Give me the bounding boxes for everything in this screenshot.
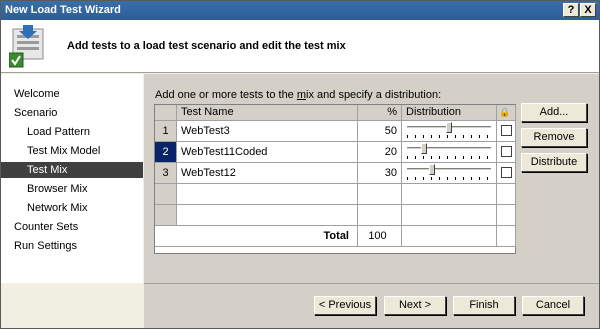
instruction-text: Add one or more tests to the mix and spe… bbox=[155, 89, 442, 101]
slider-thumb[interactable] bbox=[420, 143, 427, 154]
test-name-cell[interactable]: WebTest3 bbox=[177, 121, 358, 142]
lock-cell bbox=[497, 121, 516, 142]
nav-item-run-settings[interactable]: Run Settings bbox=[1, 238, 143, 254]
test-name-cell[interactable]: WebTest11Coded bbox=[177, 142, 358, 163]
row-index[interactable]: 2 bbox=[155, 142, 177, 163]
table-row[interactable]: 2 WebTest11Coded 20 bbox=[155, 142, 516, 163]
load-test-icon bbox=[9, 25, 44, 68]
slider-track[interactable] bbox=[407, 168, 491, 171]
header-test-name: Test Name bbox=[177, 105, 358, 121]
nav-item-load-pattern[interactable]: Load Pattern bbox=[1, 124, 143, 140]
header-distribution: Distribution bbox=[402, 105, 497, 121]
percent-cell[interactable]: 20 bbox=[358, 142, 402, 163]
test-mix-panel: Add one or more tests to the mix and spe… bbox=[144, 74, 599, 283]
close-button[interactable]: X bbox=[580, 3, 596, 17]
header-description: Add tests to a load test scenario and ed… bbox=[67, 40, 346, 52]
header-percent: % bbox=[358, 105, 402, 121]
distribution-slider[interactable] bbox=[402, 163, 497, 184]
lock-checkbox[interactable] bbox=[501, 146, 512, 157]
nav-item-counter-sets[interactable]: Counter Sets bbox=[1, 219, 143, 235]
wizard-nav: Welcome Scenario Load Pattern Test Mix Mode… bbox=[1, 74, 143, 283]
slider-ticks bbox=[407, 135, 491, 138]
slider-thumb[interactable] bbox=[446, 122, 452, 133]
cancel-button[interactable]: Cancel bbox=[522, 296, 584, 315]
table-row[interactable]: 3 WebTest12 30 bbox=[155, 163, 516, 184]
add-button[interactable]: Add... bbox=[521, 103, 587, 122]
nav-item-network-mix[interactable]: Network Mix bbox=[1, 200, 143, 216]
window-title: New Load Test Wizard bbox=[5, 4, 121, 16]
test-name-cell[interactable]: WebTest12 bbox=[177, 163, 358, 184]
nav-item-test-mix-model[interactable]: Test Mix Model bbox=[1, 143, 143, 159]
header-corner bbox=[155, 105, 177, 121]
nav-item-test-mix[interactable]: Test Mix bbox=[1, 162, 143, 178]
previous-button[interactable]: < Previous bbox=[314, 296, 376, 315]
lock-checkbox[interactable] bbox=[501, 125, 512, 136]
remove-button[interactable]: Remove bbox=[521, 128, 587, 147]
total-label: Total bbox=[155, 226, 358, 247]
table-row[interactable]: 1 WebTest3 50 bbox=[155, 121, 516, 142]
title-bar: New Load Test Wizard ? X bbox=[1, 1, 599, 20]
test-mix-grid: Test Name % Distribution 🔒 1 WebTest3 50 2 W… bbox=[154, 104, 516, 254]
lock-cell bbox=[497, 142, 516, 163]
slider-thumb[interactable] bbox=[429, 164, 436, 175]
wizard-footer: < Previous Next > Finish Cancel bbox=[144, 283, 599, 328]
wizard-header: Add tests to a load test scenario and ed… bbox=[1, 20, 599, 73]
lock-icon: 🔒 bbox=[497, 105, 516, 121]
slider-ticks bbox=[407, 156, 491, 159]
percent-cell[interactable]: 30 bbox=[358, 163, 402, 184]
slider-ticks bbox=[407, 177, 491, 180]
nav-item-scenario[interactable]: Scenario bbox=[1, 105, 143, 121]
next-button[interactable]: Next > bbox=[384, 296, 446, 315]
total-value: 100 bbox=[358, 226, 402, 247]
finish-button[interactable]: Finish bbox=[453, 296, 515, 315]
distribution-slider[interactable] bbox=[402, 142, 497, 163]
percent-cell[interactable]: 50 bbox=[358, 121, 402, 142]
help-button[interactable]: ? bbox=[563, 3, 579, 17]
slider-track[interactable] bbox=[407, 147, 491, 150]
distribute-button[interactable]: Distribute bbox=[521, 153, 587, 172]
distribution-slider[interactable] bbox=[402, 121, 497, 142]
row-index[interactable]: 1 bbox=[155, 121, 177, 142]
lock-cell bbox=[497, 163, 516, 184]
wizard-window: New Load Test Wizard ? X Add tests to a … bbox=[0, 0, 600, 329]
row-index[interactable]: 3 bbox=[155, 163, 177, 184]
nav-item-browser-mix[interactable]: Browser Mix bbox=[1, 181, 143, 197]
nav-item-welcome[interactable]: Welcome bbox=[1, 86, 143, 102]
lock-checkbox[interactable] bbox=[501, 167, 512, 178]
